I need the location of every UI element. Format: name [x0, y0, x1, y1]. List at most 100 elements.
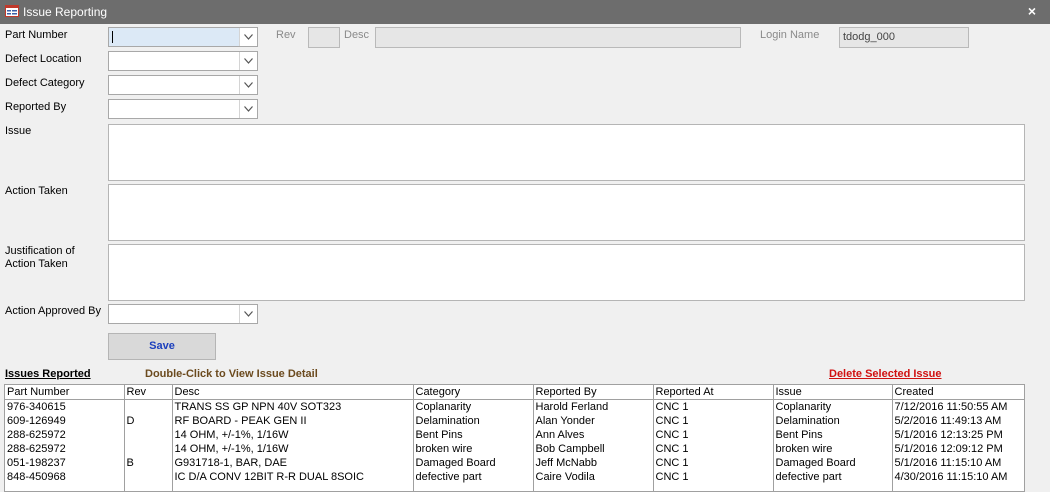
cell-part-number: 288-625972 — [5, 428, 125, 442]
issue-textarea[interactable] — [108, 124, 1025, 181]
login-name-value: tdodg_000 — [843, 31, 895, 43]
desc-field[interactable] — [375, 27, 741, 48]
reported-by-label: Reported By — [5, 101, 67, 113]
cell-rev: B — [124, 456, 173, 470]
reported-by-combo[interactable] — [108, 99, 258, 119]
table-row[interactable]: 609-126949 D RF BOARD - PEAK GEN II Dela… — [5, 414, 1024, 428]
cell-created: 5/1/2016 11:15:10 AM — [894, 457, 1002, 469]
cell-issue: Coplanarity — [773, 399, 893, 414]
cell-part-number: 609-126949 — [5, 414, 125, 428]
part-number-combo[interactable] — [108, 27, 258, 47]
save-button[interactable]: Save — [108, 333, 216, 360]
cell-desc: G931718-1, BAR, DAE — [172, 456, 414, 470]
cell-reported-at: CNC 1 — [653, 414, 774, 428]
cell-issue: Bent Pins — [773, 428, 893, 442]
column-header[interactable]: Part Number — [5, 385, 125, 400]
cell-issue: defective part — [773, 470, 893, 484]
defect-category-combo[interactable] — [108, 75, 258, 95]
cell-reported-at: CNC 1 — [653, 428, 774, 442]
cell-part-number: 848-450968 — [5, 470, 125, 484]
cell-created: 5/2/2016 11:49:13 AM — [894, 415, 1002, 427]
cell-reported-at: CNC 1 — [653, 456, 774, 470]
cell-created: 5/1/2016 12:09:12 PM — [894, 443, 1003, 455]
column-header[interactable]: Issue — [773, 385, 893, 400]
desc-label: Desc — [344, 29, 370, 41]
cell-rev — [124, 470, 173, 484]
chevron-down-icon[interactable] — [239, 305, 257, 323]
defect-location-combo[interactable] — [108, 51, 258, 71]
cell-part-number: 976-340615 — [5, 399, 125, 414]
cell-created: 4/30/2016 11:15:10 AM — [894, 471, 1008, 483]
login-name-field[interactable]: tdodg_000 — [839, 27, 969, 48]
cell-desc: 14 OHM, +/-1%, 1/16W — [172, 428, 414, 442]
issue-label: Issue — [5, 125, 32, 137]
cell-issue: Damaged Board — [773, 456, 893, 470]
part-number-label: Part Number — [5, 29, 68, 41]
cell-issue: broken wire — [773, 442, 893, 456]
action-approved-by-label: Action Approved By — [5, 305, 102, 317]
justification-label-line2: Action Taken — [5, 258, 68, 270]
cell-reported-at: CNC 1 — [653, 399, 774, 414]
issues-reported-title: Issues Reported — [5, 368, 91, 380]
column-header[interactable]: Reported At — [653, 385, 774, 400]
issue-form: Part Number Rev Desc Login Name tdodg_00… — [0, 24, 1050, 492]
table-row[interactable]: 976-340615 TRANS SS GP NPN 40V SOT323 Co… — [5, 399, 1024, 414]
form-icon — [5, 5, 19, 17]
cell-rev — [124, 428, 173, 442]
cell-desc: IC D/A CONV 12BIT R-R DUAL 8SOIC — [172, 470, 414, 484]
grid-header-row: Part Number Rev Desc Category Reported B… — [5, 385, 1024, 400]
cell-desc: TRANS SS GP NPN 40V SOT323 — [172, 399, 414, 414]
issues-grid[interactable]: Part Number Rev Desc Category Reported B… — [4, 384, 1025, 492]
cell-created: 5/1/2016 12:13:25 PM — [894, 429, 1003, 441]
table-row[interactable]: 051-198237 B G931718-1, BAR, DAE Damaged… — [5, 456, 1024, 470]
window-title: Issue Reporting — [23, 5, 108, 19]
chevron-down-icon[interactable] — [239, 52, 257, 70]
table-row[interactable]: 288-625972 14 OHM, +/-1%, 1/16W Bent Pin… — [5, 428, 1024, 442]
cell-reported-by: Alan Yonder — [533, 414, 654, 428]
double-click-hint: Double-Click to View Issue Detail — [145, 368, 318, 380]
cell-category: broken wire — [413, 442, 534, 456]
chevron-down-icon[interactable] — [239, 100, 257, 118]
title-bar: Issue Reporting × — [0, 0, 1050, 24]
cell-desc: RF BOARD - PEAK GEN II — [172, 414, 414, 428]
cell-category: Bent Pins — [413, 428, 534, 442]
cell-reported-at: CNC 1 — [653, 470, 774, 484]
action-taken-textarea[interactable] — [108, 184, 1025, 241]
login-name-label: Login Name — [760, 29, 820, 41]
cell-category: Damaged Board — [413, 456, 534, 470]
action-taken-label: Action Taken — [5, 185, 68, 197]
cell-rev: D — [124, 414, 173, 428]
close-icon[interactable]: × — [1028, 3, 1036, 19]
cell-reported-at: CNC 1 — [653, 442, 774, 456]
justification-textarea[interactable] — [108, 244, 1025, 301]
delete-selected-issue-link[interactable]: Delete Selected Issue — [829, 368, 942, 380]
column-header[interactable]: Rev — [124, 385, 173, 400]
cell-reported-by: Harold Ferland — [533, 399, 654, 414]
column-header[interactable]: Created — [892, 385, 1024, 400]
cell-category: defective part — [413, 470, 534, 484]
table-row[interactable]: 288-625972 14 OHM, +/-1%, 1/16W broken w… — [5, 442, 1024, 456]
cell-issue: Delamination — [773, 414, 893, 428]
cell-rev — [124, 399, 173, 414]
chevron-down-icon[interactable] — [239, 28, 257, 46]
chevron-down-icon[interactable] — [239, 76, 257, 94]
issues-table: Part Number Rev Desc Category Reported B… — [5, 385, 1024, 491]
justification-label-line1: Justification of — [5, 245, 75, 257]
rev-label: Rev — [276, 29, 296, 41]
column-header[interactable]: Desc — [172, 385, 414, 400]
cell-part-number: 051-198237 — [5, 456, 125, 470]
cell-reported-by: Bob Campbell — [533, 442, 654, 456]
text-cursor — [112, 31, 113, 43]
cell-rev — [124, 442, 173, 456]
cell-category: Coplanarity — [413, 399, 534, 414]
column-header[interactable]: Reported By — [533, 385, 654, 400]
table-row[interactable]: 848-450968 IC D/A CONV 12BIT R-R DUAL 8S… — [5, 470, 1024, 484]
column-header[interactable]: Category — [413, 385, 534, 400]
action-approved-by-combo[interactable] — [108, 304, 258, 324]
defect-location-label: Defect Location — [5, 53, 82, 65]
cell-category: Delamination — [413, 414, 534, 428]
rev-field[interactable] — [308, 27, 340, 48]
cell-reported-by: Caire Vodila — [533, 470, 654, 484]
cell-reported-by: Ann Alves — [533, 428, 654, 442]
cell-created: 7/12/2016 11:50:55 AM — [894, 401, 1008, 413]
